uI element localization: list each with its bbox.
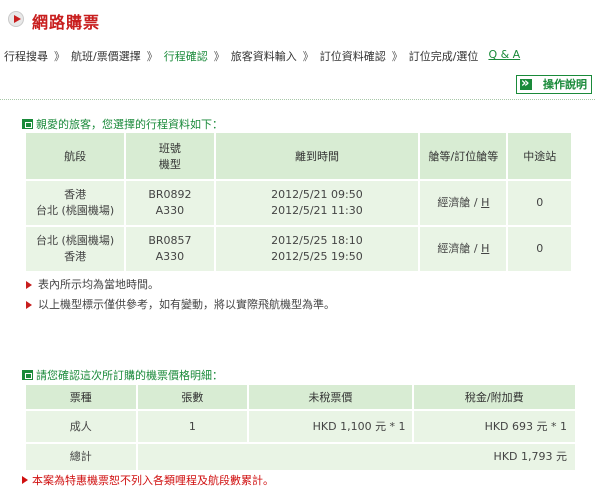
col-flight-label: 班號 [158,142,181,155]
stops-cell: 0 [508,181,571,225]
instructions-button-label: 操作說明 [543,78,587,91]
depart-time: 2012/5/25 18:10 [271,234,363,247]
pricing-section-title-text: 請您確認這次所訂購的機票價格明細： [36,369,223,382]
col-aircraft-label: 機型 [158,158,181,171]
pricing-section-title: 請您確認這次所訂購的機票價格明細： [22,367,223,383]
step-search: 行程搜尋 [4,50,48,63]
flight-cell: BR0857 A330 [126,227,214,271]
cabin-separator: / [470,196,482,209]
col-flight-aircraft: 班號 機型 [126,133,214,179]
note-item: 表內所示均為當地時間。 [26,278,335,298]
itinerary-table: 航段 班號 機型 離到時間 艙等/訂位艙等 中途站 香港 台北 (桃園機場) BR0… [24,131,573,273]
col-ticket-type: 票種 [26,385,136,409]
segment-from: 台北 (桃園機場) [36,234,115,247]
step-passenger-info: 旅客資料輸入 [230,50,297,63]
pricing-table: 票種 張數 未稅票價 稅金/附加費 成人 1 HKD 1,100 元 * 1 H… [24,383,577,472]
bullet-arrow-icon [22,476,28,484]
flight-number: BR0857 [148,234,192,247]
warning-text: 本案為特惠機票恕不列入各類哩程及航段數累計。 [32,474,274,487]
pricing-row: 成人 1 HKD 1,100 元 * 1 HKD 693 元 * 1 [26,411,575,442]
mileage-warning: 本案為特惠機票恕不列入各類哩程及航段數累計。 [22,472,274,488]
aircraft-type: A330 [155,250,185,263]
play-arrow-icon [8,11,24,27]
total-value-cell: HKD 1,793 元 [137,444,575,470]
stops-cell: 0 [508,227,571,271]
page-header: 網路購票 [4,4,595,34]
note-text: 表內所示均為當地時間。 [38,278,159,291]
qa-link[interactable]: Q & A [488,48,520,61]
ticket-type-cell: 成人 [26,411,136,442]
itinerary-row: 香港 台北 (桃園機場) BR0892 A330 2012/5/21 09:50 20… [26,181,571,225]
flight-number: BR0892 [148,188,192,201]
col-datetime: 離到時間 [215,133,419,179]
cabin-separator: / [470,242,482,255]
itinerary-section-title: 親愛的旅客，您選擇的行程資料如下： [22,116,223,132]
itinerary-row: 台北 (桃園機場) 香港 BR0857 A330 2012/5/25 18:10 20… [26,227,571,271]
tax-cell: HKD 693 元 * 1 [413,411,575,442]
step-complete-seat: 訂位完成/選位 [408,50,479,63]
section-icon [22,370,33,380]
cabin-cell: 經濟艙 / H [420,227,507,271]
col-segment: 航段 [26,133,125,179]
pricing-total-row: 總計 HKD 1,793 元 [26,444,575,470]
booking-class-link[interactable]: H [481,242,489,255]
count-cell: 1 [137,411,248,442]
instructions-button[interactable]: 操作說明 [516,75,592,94]
itinerary-header-row: 航段 班號機型 離到時間 艙等/訂位艙等 中途站 [26,133,571,179]
segment-to: 台北 (桃園機場) [36,204,115,217]
step-separator: 》 [146,50,158,63]
booking-steps-breadcrumb: 行程搜尋》航班/票價選擇》行程確認》旅客資料輸入》訂位資料確認》訂位完成/選位 Q… [4,48,520,64]
divider [0,99,595,100]
datetime-cell: 2012/5/21 09:50 2012/5/21 11:30 [215,181,419,225]
note-item: 以上機型標示僅供參考，如有變動，將以實際飛航機型為準。 [26,298,335,318]
col-tax: 稅金/附加費 [413,385,575,409]
segment-cell: 台北 (桃園機場) 香港 [26,227,125,271]
arrive-time: 2012/5/25 19:50 [271,250,363,263]
bullet-arrow-icon [26,301,32,309]
datetime-cell: 2012/5/25 18:10 2012/5/25 19:50 [215,227,419,271]
depart-time: 2012/5/21 09:50 [271,188,363,201]
cabin-class: 經濟艙 [437,196,471,209]
step-separator: 》 [302,50,314,63]
step-separator: 》 [391,50,403,63]
segment-to: 香港 [64,250,87,263]
step-itinerary-confirm: 行程確認 [163,50,208,63]
itinerary-notes: 表內所示均為當地時間。 以上機型標示僅供參考，如有變動，將以實際飛航機型為準。 [26,278,335,318]
arrive-time: 2012/5/21 11:30 [271,204,363,217]
total-label-cell: 總計 [26,444,136,470]
step-separator: 》 [54,50,65,63]
col-count: 張數 [137,385,248,409]
segment-from: 香港 [64,188,87,201]
page-title: 網路購票 [32,13,101,32]
double-arrow-icon [520,75,532,92]
segment-cell: 香港台北 (桃園機場) [26,181,125,225]
step-flight-fare: 航班/票價選擇 [71,50,141,63]
step-booking-confirm: 訂位資料確認 [319,50,386,63]
cabin-cell: 經濟艙 / H [420,181,507,225]
flight-cell: BR0892 A330 [126,181,214,225]
note-text: 以上機型標示僅供參考，如有變動，將以實際飛航機型為準。 [38,298,335,311]
section-icon [22,119,33,129]
col-fare: 未稅票價 [249,385,412,409]
cabin-class: 經濟艙 [437,242,471,255]
booking-class-link[interactable]: H [481,196,489,209]
itinerary-section-title-text: 親愛的旅客，您選擇的行程資料如下： [36,118,223,131]
pricing-header-row: 票種 張數 未稅票價 稅金/附加費 [26,385,575,409]
col-stops: 中途站 [508,133,571,179]
aircraft-type: A330 [155,204,185,217]
bullet-arrow-icon [26,281,32,289]
fare-cell: HKD 1,100 元 * 1 [249,411,412,442]
step-separator: 》 [213,50,225,63]
col-cabin: 艙等/訂位艙等 [420,133,507,179]
